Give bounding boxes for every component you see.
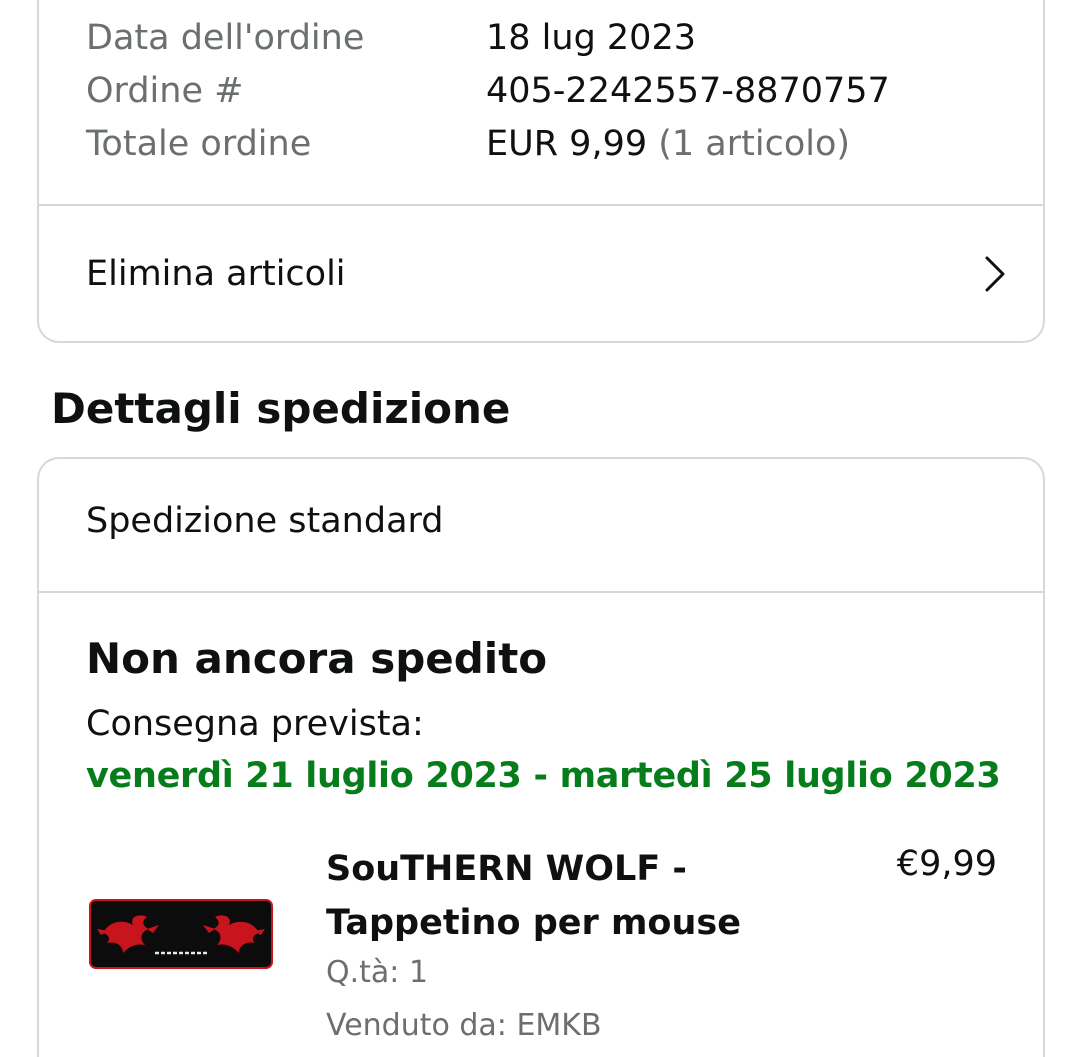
delivery-date-range: venerdì 21 luglio 2023 - martedì 25 lugl… xyxy=(86,756,1001,796)
order-date-label: Data dell'ordine xyxy=(86,18,365,58)
product-title-link[interactable]: SouTHERN WOLF - Tappetino per mouse xyxy=(326,842,756,950)
order-total-amount: EUR 9,99 xyxy=(486,124,648,164)
delivery-estimate-label: Consegna prevista: xyxy=(86,704,424,744)
order-summary-card: Data dell'ordine 18 lug 2023 Ordine # 40… xyxy=(37,0,1045,343)
product-quantity: Q.tà: 1 xyxy=(326,955,429,990)
chevron-right-icon xyxy=(985,256,1005,291)
remove-items-label: Elimina articoli xyxy=(86,253,346,294)
product-price: €9,99 xyxy=(896,844,997,884)
order-number-label: Ordine # xyxy=(86,71,244,111)
product-seller: Venduto da: EMKB xyxy=(326,1008,602,1043)
shipment-status: Non ancora spedito xyxy=(86,634,548,683)
product-thumbnail[interactable] xyxy=(89,899,273,969)
shipping-type: Spedizione standard xyxy=(86,501,444,541)
remove-items-button[interactable]: Elimina articoli xyxy=(39,206,1043,341)
order-details-page: Data dell'ordine 18 lug 2023 Ordine # 40… xyxy=(0,0,1080,1057)
shipment-card: Spedizione standard Non ancora spedito C… xyxy=(37,457,1045,1057)
order-total-value: EUR 9,99 (1 articolo) xyxy=(486,124,850,164)
divider xyxy=(39,591,1043,593)
order-number-value: 405-2242557-8870757 xyxy=(486,71,890,111)
shipping-details-title: Dettagli spedizione xyxy=(51,384,511,433)
order-item-count: (1 articolo) xyxy=(658,124,851,164)
order-date-value: 18 lug 2023 xyxy=(486,18,696,58)
order-total-label: Totale ordine xyxy=(86,124,312,164)
